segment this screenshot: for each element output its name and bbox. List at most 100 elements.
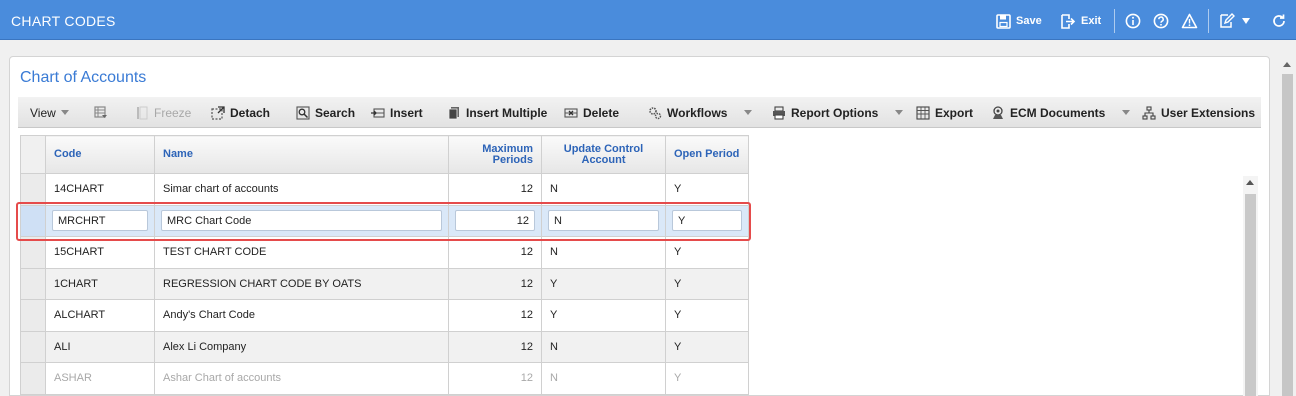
cell-code[interactable]: 15CHART (45, 236, 155, 269)
column-header-open-period[interactable]: Open Period (665, 135, 749, 174)
scroll-up-icon[interactable] (1283, 62, 1291, 67)
update-control-input[interactable] (548, 210, 659, 232)
cell-update-control[interactable]: Y (541, 299, 666, 332)
table-row[interactable]: ASHAR Ashar Chart of accounts 12 N Y (20, 362, 749, 395)
row-selector[interactable] (20, 362, 46, 395)
save-button[interactable]: Save (996, 12, 1042, 30)
grid-header-row: Code Name Maximum Periods Update Control A… (20, 135, 749, 174)
row-selector[interactable] (20, 330, 46, 363)
row-selector[interactable] (20, 204, 46, 237)
grid-scrollbar[interactable] (1243, 176, 1258, 396)
cell-maximum-periods[interactable]: 12 (448, 236, 542, 269)
grid-toolbar: View Freeze Detach Search Insert Insert … (18, 97, 1261, 128)
code-input[interactable] (52, 210, 148, 232)
row-selector[interactable] (20, 236, 46, 269)
row-selector[interactable] (20, 173, 46, 206)
cell-name[interactable]: REGRESSION CHART CODE BY OATS (154, 267, 449, 300)
insert-button[interactable]: Insert (371, 97, 423, 128)
cell-name[interactable]: TEST CHART CODE (154, 236, 449, 269)
cell-code[interactable] (45, 204, 155, 237)
filter-button[interactable] (94, 97, 108, 128)
name-input[interactable] (161, 210, 442, 232)
save-label: Save (1016, 15, 1042, 27)
cell-name[interactable]: Andy's Chart Code (154, 299, 449, 332)
export-button[interactable]: Export (916, 97, 973, 128)
cell-open-period[interactable] (665, 204, 749, 237)
table-row[interactable]: 14CHART Simar chart of accounts 12 N Y (20, 173, 749, 206)
exit-icon (1061, 13, 1076, 29)
search-button[interactable]: Search (296, 97, 355, 128)
print-icon (773, 105, 785, 120)
column-header-update-control-account[interactable]: Update Control Account (541, 135, 666, 174)
cell-name[interactable]: Alex Li Company (154, 330, 449, 363)
row-selector-header (20, 135, 46, 174)
cell-maximum-periods[interactable]: 12 (448, 362, 542, 395)
scrollbar-thumb[interactable] (1245, 194, 1256, 396)
delete-button[interactable]: Delete (564, 97, 619, 128)
row-selector[interactable] (20, 299, 46, 332)
cell-update-control[interactable]: N (541, 173, 666, 206)
row-selector[interactable] (20, 267, 46, 300)
cell-code[interactable]: ALI (45, 330, 155, 363)
cell-open-period[interactable]: Y (665, 173, 749, 206)
freeze-icon (137, 106, 148, 119)
cell-update-control[interactable]: N (541, 236, 666, 269)
cell-update-control[interactable]: N (541, 330, 666, 363)
insert-label: Insert (390, 105, 423, 120)
table-row[interactable]: ALI Alex Li Company 12 N Y (20, 330, 749, 363)
refresh-button[interactable] (1271, 12, 1287, 30)
table-row[interactable]: 15CHART TEST CHART CODE 12 N Y (20, 236, 749, 269)
cell-maximum-periods[interactable]: 12 (448, 267, 542, 300)
content-area: Chart of Accounts View Freeze Detach Sea… (0, 40, 1296, 396)
cell-name[interactable]: Simar chart of accounts (154, 173, 449, 206)
warning-button[interactable] (1181, 12, 1198, 30)
help-button[interactable] (1153, 12, 1169, 30)
scrollbar-thumb[interactable] (1282, 74, 1293, 396)
maximum-periods-input[interactable] (455, 210, 535, 232)
cell-name[interactable] (154, 204, 449, 237)
insert-multiple-button[interactable]: Insert Multiple (447, 97, 547, 128)
cell-open-period[interactable]: Y (665, 330, 749, 363)
cell-open-period[interactable]: Y (665, 267, 749, 300)
cell-code[interactable]: 14CHART (45, 173, 155, 206)
cell-open-period[interactable]: Y (665, 362, 749, 395)
exit-button[interactable]: Exit (1060, 12, 1101, 30)
workflows-menu[interactable]: Workflows (648, 97, 753, 128)
cell-maximum-periods[interactable] (448, 204, 542, 237)
cell-maximum-periods[interactable]: 12 (448, 330, 542, 363)
cell-code[interactable]: ALCHART (45, 299, 155, 332)
page-scrollbar[interactable] (1279, 40, 1296, 396)
report-options-menu[interactable]: Report Options (772, 97, 904, 128)
cell-maximum-periods[interactable]: 12 (448, 173, 542, 206)
cell-update-control[interactable]: Y (541, 267, 666, 300)
cell-code[interactable]: 1CHART (45, 267, 155, 300)
open-period-input[interactable] (672, 210, 742, 232)
cell-open-period[interactable]: Y (665, 299, 749, 332)
cell-name[interactable]: Ashar Chart of accounts (154, 362, 449, 395)
column-header-name[interactable]: Name (154, 135, 449, 174)
user-extensions-button[interactable]: User Extensions (1142, 97, 1255, 128)
cell-code[interactable]: ASHAR (45, 362, 155, 395)
chart-codes-grid: Code Name Maximum Periods Update Control A… (20, 135, 749, 395)
detach-button[interactable]: Detach (211, 97, 270, 128)
info-button[interactable] (1125, 12, 1141, 30)
cell-maximum-periods[interactable]: 12 (448, 299, 542, 332)
cell-open-period[interactable]: Y (665, 236, 749, 269)
column-header-maximum-periods[interactable]: Maximum Periods (448, 135, 542, 174)
user-extensions-label: User Extensions (1161, 105, 1256, 120)
column-header-code[interactable]: Code (45, 135, 155, 174)
edit-menu-button[interactable] (1219, 12, 1250, 30)
edit-icon (1220, 13, 1235, 28)
user-extensions-icon (1142, 105, 1156, 120)
table-row[interactable]: ALCHART Andy's Chart Code 12 Y Y (20, 299, 749, 332)
freeze-button[interactable]: Freeze (135, 97, 191, 128)
ecm-documents-menu[interactable]: ECM Documents (991, 97, 1131, 128)
view-menu[interactable]: View (30, 97, 69, 128)
cell-update-control[interactable] (541, 204, 666, 237)
table-row-editing[interactable] (20, 204, 749, 237)
scroll-up-icon[interactable] (1246, 180, 1254, 185)
cell-update-control[interactable]: N (541, 362, 666, 395)
delete-label: Delete (583, 105, 620, 120)
chevron-down-icon (895, 110, 904, 115)
table-row[interactable]: 1CHART REGRESSION CHART CODE BY OATS 12 … (20, 267, 749, 300)
